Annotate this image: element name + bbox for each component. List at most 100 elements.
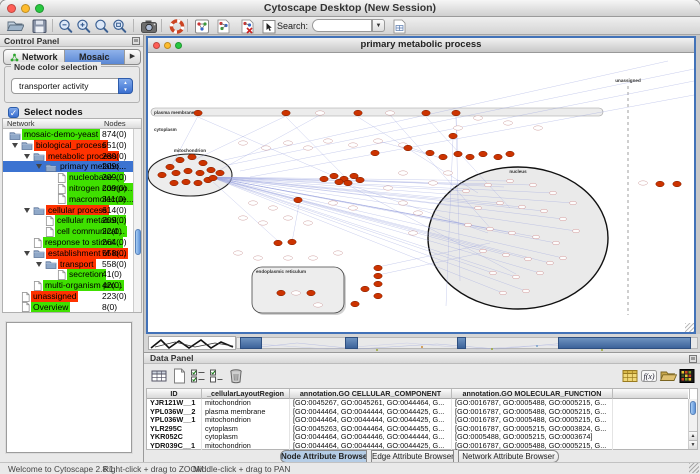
matrix-view-icon[interactable] <box>678 367 696 385</box>
table-row[interactable]: YDR039C__1mitochondrion[GO:0044464, GO:0… <box>147 442 688 451</box>
expand-triangle-icon[interactable] <box>36 262 42 267</box>
attribute-table-header[interactable]: ID_cellularLayoutRegionannotation.GO CEL… <box>147 389 688 399</box>
control-panel-header: Control Panel <box>0 35 143 47</box>
tree-row[interactable]: biological_process651(0) <box>3 140 133 151</box>
tree-row[interactable]: primary metabo...209(... <box>3 161 133 172</box>
table-column-header[interactable] <box>613 389 690 399</box>
select-attributes-icon[interactable] <box>150 367 168 385</box>
tree-row[interactable]: establishment of lo...558(0) <box>3 248 133 259</box>
tree-row[interactable]: nitrogen compo...209(0) <box>3 183 133 194</box>
open-attribute-file-icon[interactable] <box>659 367 677 385</box>
tree-row[interactable]: cellular process614(0) <box>3 205 133 216</box>
table-scrollbar[interactable]: ▲ ▼ <box>688 399 697 449</box>
table-column-header[interactable]: annotation.GO CELLULAR_COMPONENT <box>290 389 452 399</box>
close-icon[interactable] <box>153 42 160 49</box>
network-node <box>371 150 379 156</box>
expand-triangle-icon[interactable] <box>36 164 42 169</box>
background-network-thumbnail[interactable] <box>148 336 236 350</box>
node-color-selection-legend: Node color selection <box>11 62 101 72</box>
table-row[interactable]: YPL036W__2plasma membrane[GO:0044464, GO… <box>147 408 688 417</box>
zoom-fit-icon[interactable] <box>111 18 129 34</box>
float-panel-icon[interactable] <box>132 37 140 45</box>
tree-scrollbar-thumb[interactable] <box>135 229 141 255</box>
tree-row-count: 874(0) <box>102 129 127 140</box>
save-icon[interactable] <box>30 18 48 34</box>
background-window-titlebar[interactable] <box>345 337 358 349</box>
tree-row[interactable]: response to stimul...264(0) <box>3 237 133 248</box>
open-icon[interactable] <box>6 18 24 34</box>
background-window-titlebar[interactable] <box>240 337 262 349</box>
expand-triangle-icon[interactable] <box>24 154 30 159</box>
combobox-stepper-icon[interactable]: ▲▼ <box>118 78 133 94</box>
select-attribute-list-icon[interactable] <box>189 367 207 385</box>
tree-row[interactable]: mosaic-demo-yeast874(0) <box>3 129 133 140</box>
tree-row[interactable]: secretion41(0) <box>3 269 133 280</box>
select-mode-icon[interactable] <box>260 18 278 34</box>
table-column-header[interactable]: _cellularLayoutRegion <box>202 389 290 399</box>
scroll-down-icon[interactable]: ▼ <box>689 440 697 449</box>
select-nodes-checkbox[interactable] <box>8 107 19 118</box>
scroll-up-icon[interactable]: ▲ <box>689 431 697 440</box>
main-titlebar[interactable]: Cytoscape Desktop (New Session) <box>0 0 700 17</box>
minimize-icon[interactable] <box>164 42 171 49</box>
zoom-selected-icon[interactable] <box>93 18 111 34</box>
delete-attribute-icon[interactable] <box>227 367 245 385</box>
destroy-network-view-icon[interactable] <box>238 18 256 34</box>
tree-row[interactable]: macromolecule...311(0) <box>3 194 133 205</box>
tree-row[interactable]: Overview8(0) <box>3 302 133 313</box>
table-column-header[interactable]: ID <box>147 389 202 399</box>
birdseye-view-panel[interactable] <box>6 322 132 453</box>
table-row[interactable]: YPL036W__1mitochondrion[GO:0044464, GO:0… <box>147 416 688 425</box>
minimize-button[interactable] <box>21 4 30 13</box>
tree-row[interactable]: metabolic process280(0) <box>3 151 133 162</box>
zoom-out-icon[interactable] <box>57 18 75 34</box>
network-tree-header[interactable]: Network Nodes <box>3 119 141 129</box>
search-dropdown-button[interactable]: ▼ <box>372 19 385 32</box>
tree-scrollbar[interactable] <box>133 129 141 312</box>
app-resize-grip[interactable] <box>689 463 699 473</box>
node-color-combobox-value: transporter activity <box>19 81 88 91</box>
network-settings-icon[interactable] <box>193 18 211 34</box>
formula-builder-icon[interactable]: f(x) <box>640 367 658 385</box>
tree-row[interactable]: transport 558(0) <box>3 259 133 270</box>
tree-row[interactable]: nucleobase-...209(0) <box>3 172 133 183</box>
status-message: Welcome to Cytoscape 2.8.1 <box>8 463 114 474</box>
unselect-attribute-list-icon[interactable] <box>208 367 226 385</box>
search-input[interactable] <box>312 19 372 32</box>
node-color-combobox[interactable]: transporter activity ▲▼ <box>11 78 133 94</box>
float-data-panel-icon[interactable] <box>689 355 697 363</box>
table-row[interactable]: YJR121W__1mitochondrion[GO:0045267, GO:0… <box>147 399 688 408</box>
table-column-header[interactable]: annotation.GO MOLECULAR_FUNCTION <box>452 389 613 399</box>
table-row[interactable]: YLR295Ccytoplasm[GO:0045263, GO:0044464,… <box>147 425 688 434</box>
table-cell: YJR121W__1 <box>147 399 202 408</box>
tree-row[interactable]: multi-organism pro...42(0) <box>3 280 133 291</box>
plugins-help-icon[interactable] <box>168 18 186 34</box>
background-window-titlebar[interactable] <box>457 337 466 349</box>
tree-row-label: transport <box>58 259 96 270</box>
tree-row-count: 558(0) <box>102 259 127 270</box>
advanced-search-icon[interactable] <box>390 18 408 34</box>
tree-row[interactable]: unassigned223(0) <box>3 291 133 302</box>
background-windows-strip <box>144 334 700 352</box>
tab-overflow-button[interactable]: ▶ <box>125 50 140 64</box>
window-resize-grip[interactable] <box>685 323 694 332</box>
network-canvas[interactable]: plasma membranecytoplasmmitochondrionnuc… <box>148 53 694 332</box>
tree-row-count: 264(0) <box>102 237 127 248</box>
tree-row[interactable]: cell communicat...22(0) <box>3 226 133 237</box>
zoom-in-icon[interactable] <box>75 18 93 34</box>
table-row[interactable]: YKR052Ccytoplasm[GO:0044464, GO:0044446,… <box>147 433 688 442</box>
expand-triangle-icon[interactable] <box>12 143 18 148</box>
table-scrollbar-thumb[interactable] <box>690 401 696 415</box>
expand-triangle-icon[interactable] <box>24 251 30 256</box>
background-window-titlebar[interactable] <box>558 337 691 349</box>
snapshot-icon[interactable] <box>140 18 158 34</box>
zoom-button[interactable] <box>35 4 44 13</box>
create-attribute-icon[interactable] <box>170 367 188 385</box>
network-view-titlebar[interactable]: primary metabolic process <box>148 38 694 53</box>
tree-row[interactable]: cellular metabol...209(0) <box>3 215 133 226</box>
close-button[interactable] <box>7 4 16 13</box>
maximize-icon[interactable] <box>175 42 182 49</box>
create-network-view-icon[interactable] <box>214 18 232 34</box>
table-import-icon[interactable] <box>621 367 639 385</box>
expand-triangle-icon[interactable] <box>24 208 30 213</box>
